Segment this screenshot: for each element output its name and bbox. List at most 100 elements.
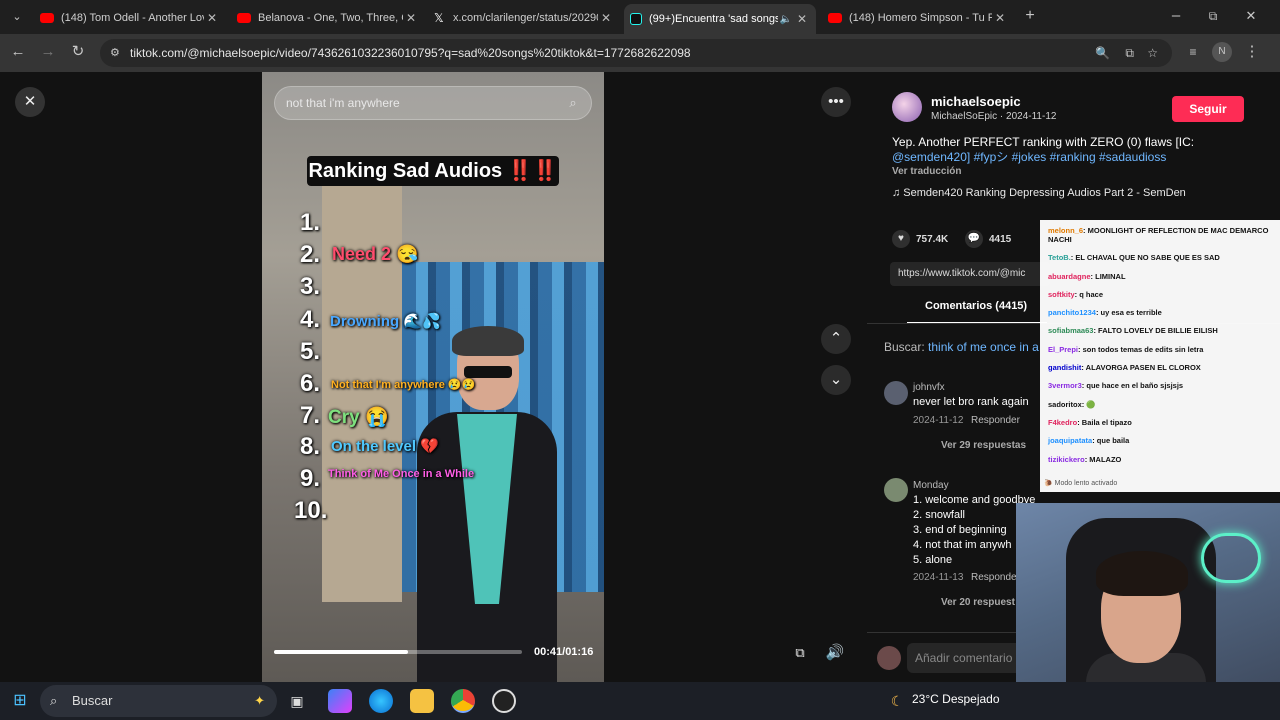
like-stat[interactable]: ♥ 757.4K xyxy=(892,230,948,248)
tab-title: (148) Homero Simpson - Tu Fal xyxy=(849,12,992,24)
copy-link-field[interactable]: https://www.tiktok.com/@mic xyxy=(890,262,1050,286)
next-video-icon[interactable]: ⌄ xyxy=(821,365,851,395)
close-tab-icon[interactable]: ✕ xyxy=(992,11,1008,25)
bookmark-star-icon[interactable]: ☆ xyxy=(1147,39,1158,67)
reply-button[interactable]: Responder xyxy=(971,572,1020,583)
tab-comments[interactable]: Comentarios (4415) xyxy=(925,300,1027,312)
chat-message: softkity: q hace xyxy=(1048,289,1104,299)
task-view-icon[interactable]: ▣ xyxy=(285,689,309,713)
profile-avatar[interactable]: N xyxy=(1212,42,1232,62)
chat-username[interactable]: melonn_6 xyxy=(1048,226,1083,235)
browser-tab-5[interactable]: (148) Homero Simpson - Tu Fal ✕ xyxy=(828,6,1008,30)
comment-stat[interactable]: 💬 4415 xyxy=(965,230,1011,248)
mute-icon[interactable]: 🔈 xyxy=(778,14,794,25)
chat-username[interactable]: F4kedro xyxy=(1048,418,1077,427)
view-replies-link[interactable]: Ver 29 respuestas xyxy=(941,440,1026,451)
volume-icon[interactable]: 🔊 xyxy=(820,638,850,668)
edge-icon[interactable] xyxy=(369,689,393,713)
previous-video-icon[interactable]: ⌃ xyxy=(821,324,851,354)
new-tab-icon[interactable]: + xyxy=(1020,6,1040,26)
browser-tab-bar: ⌄ (148) Tom Odell - Another Love ✕ Belan… xyxy=(0,0,1280,34)
browser-tab-4-active[interactable]: (99+)Encuentra 'sad songs 🔈 ✕ xyxy=(624,4,816,34)
author-avatar[interactable] xyxy=(892,92,922,122)
zoom-icon[interactable]: 🔍 xyxy=(1095,39,1110,67)
video-player[interactable]: not that i'm anywhere ⌕ Ranking Sad Audi… xyxy=(262,72,604,682)
commenter-avatar[interactable] xyxy=(884,381,908,405)
close-tab-icon[interactable]: ✕ xyxy=(403,11,419,25)
pip-icon[interactable]: ⧉ xyxy=(785,638,815,668)
chat-username[interactable]: joaquipatata xyxy=(1048,436,1092,445)
chat-username[interactable]: tizikickero xyxy=(1048,455,1085,464)
chat-text: 🟢 xyxy=(1086,399,1096,409)
reload-icon[interactable]: ↻ xyxy=(68,42,88,62)
close-tab-icon[interactable]: ✕ xyxy=(794,12,810,26)
commenter-avatar[interactable] xyxy=(884,478,908,502)
copilot-icon[interactable] xyxy=(328,689,352,713)
file-explorer-icon[interactable] xyxy=(410,689,434,713)
chat-username[interactable]: softkity xyxy=(1048,290,1075,299)
windows-start-icon[interactable]: ⊞ xyxy=(8,689,32,713)
search-icon: ⌕ xyxy=(50,693,58,708)
rank-item-8: On the level 💔 xyxy=(331,438,439,455)
caption-tags[interactable]: @semden420] #fypシ #jokes #ranking #sadau… xyxy=(892,150,1166,164)
url-text: tiktok.com/@michaelsoepic/video/74362610… xyxy=(130,46,691,60)
close-window-icon[interactable]: ✕ xyxy=(1241,6,1261,26)
author-username[interactable]: michaelsoepic xyxy=(931,94,1021,109)
video-search-input[interactable]: not that i'm anywhere ⌕ xyxy=(274,86,592,120)
chat-message: sofiabmaa63: FALTO LOVELY DE BILLIE EILI… xyxy=(1048,326,1218,336)
forward-icon[interactable]: → xyxy=(38,42,58,62)
follow-button[interactable]: Seguir xyxy=(1172,96,1244,122)
chrome-icon[interactable] xyxy=(451,689,475,713)
chat-username[interactable]: El_Prepi xyxy=(1048,345,1078,354)
restore-icon[interactable]: ⧉ xyxy=(1203,6,1223,26)
translate-link[interactable]: Ver traducción xyxy=(892,166,961,177)
chat-username[interactable]: TetoB. xyxy=(1048,253,1071,262)
url-field[interactable]: ⚙ tiktok.com/@michaelsoepic/video/743626… xyxy=(100,39,1172,67)
chat-text: son todos temas de edits sin letra xyxy=(1082,344,1204,354)
stream-chat-overlay: melonn_6: MOONLIGHT OF REFLECTION DE MAC… xyxy=(1040,220,1280,492)
chat-username[interactable]: sofiabmaa63 xyxy=(1048,326,1093,335)
chat-username[interactable]: abuardagne xyxy=(1048,272,1091,281)
site-info-icon[interactable]: ⚙ xyxy=(110,39,120,67)
commenter-name[interactable]: Monday xyxy=(913,480,949,491)
browser-tab-1[interactable]: (148) Tom Odell - Another Love ✕ xyxy=(40,6,220,30)
rank-number: 9. xyxy=(300,465,321,492)
chat-username[interactable]: 3vermor3 xyxy=(1048,381,1082,390)
commenter-name[interactable]: johnvfx xyxy=(913,382,945,393)
obs-icon[interactable] xyxy=(492,689,516,713)
comment-icon[interactable]: 💬 xyxy=(965,230,983,248)
video-progress-fill xyxy=(274,650,408,654)
chat-username[interactable]: gandishit xyxy=(1048,363,1081,372)
rank-number: 1. xyxy=(300,209,321,236)
search-query[interactable]: think of me once in a xyxy=(928,340,1039,354)
rank-number: 10. xyxy=(294,497,328,524)
browser-menu-icon[interactable]: ⋮ xyxy=(1242,42,1262,62)
browser-tab-3[interactable]: 𝕏 x.com/clarilenger/status/20290 ✕ xyxy=(434,6,614,30)
view-replies-link[interactable]: Ver 20 respuest xyxy=(941,597,1015,608)
tab-title: (148) Tom Odell - Another Love xyxy=(61,12,204,24)
video-progress-bar[interactable] xyxy=(274,650,522,654)
rank-item-9: Think of Me Once in a While xyxy=(328,468,475,480)
music-link[interactable]: ♫ Semden420 Ranking Depressing Audios Pa… xyxy=(892,187,1186,199)
close-tab-icon[interactable]: ✕ xyxy=(598,11,614,25)
search-icon[interactable]: ⌕ xyxy=(563,87,583,119)
more-options-icon[interactable]: ••• xyxy=(821,87,851,117)
browser-tab-2[interactable]: Belanova - One, Two, Three, GO ✕ xyxy=(237,6,419,30)
rank-number: 7. xyxy=(300,402,321,429)
back-icon[interactable]: ← xyxy=(8,42,28,62)
chat-text: que hace en el baño sjsjsjs xyxy=(1086,381,1184,391)
close-tab-icon[interactable]: ✕ xyxy=(204,11,220,25)
minimize-icon[interactable]: – xyxy=(1166,6,1186,26)
comment-search-suggestion[interactable]: Buscar: think of me once in a xyxy=(884,340,1039,354)
close-video-icon[interactable]: ✕ xyxy=(15,87,45,117)
chat-username[interactable]: panchito1234 xyxy=(1048,308,1096,317)
tab-search-icon[interactable]: ⌄ xyxy=(7,7,27,27)
weather-moon-icon: ☾ xyxy=(890,693,904,709)
chat-username[interactable]: sadoritox xyxy=(1048,400,1082,409)
taskbar-search[interactable]: ⌕ Buscar ✦ xyxy=(40,685,277,717)
reply-button[interactable]: Responder xyxy=(971,415,1020,426)
install-icon[interactable]: ⧉ xyxy=(1125,39,1134,67)
heart-icon[interactable]: ♥ xyxy=(892,230,910,248)
media-control-icon[interactable]: ≡ xyxy=(1183,42,1203,62)
comment-date: 2024-11-12 xyxy=(913,415,964,426)
